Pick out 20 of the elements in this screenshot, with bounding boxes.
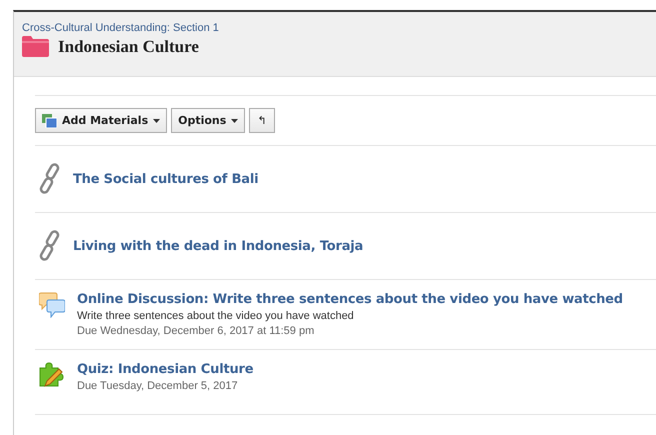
- caret-icon: [231, 118, 238, 122]
- puzzle-pencil-icon: [39, 362, 65, 388]
- add-materials-button[interactable]: Add Materials: [35, 108, 168, 133]
- item-title-link[interactable]: Living with the dead in Indonesia, Toraja: [73, 238, 364, 254]
- breadcrumb-link[interactable]: Cross-Cultural Understanding: Section 1: [22, 22, 656, 34]
- back-button[interactable]: ↰: [249, 108, 275, 133]
- item-title-link[interactable]: Online Discussion: Write three sentences about the video you have watched: [77, 292, 623, 307]
- due-date: Due Wednesday, December 6, 2017 at 11:59 pm: [77, 325, 316, 337]
- page-title: Indonesian Culture: [58, 36, 199, 56]
- item-description: Write three sentences about the video you have watched: [77, 310, 355, 322]
- caret-icon: [153, 118, 160, 122]
- windows-icon: [42, 114, 57, 128]
- item-title-link[interactable]: Quiz: Indonesian Culture: [77, 362, 254, 377]
- options-button[interactable]: Options: [171, 108, 246, 133]
- item-title-link[interactable]: The Social cultures of Bali: [73, 172, 258, 186]
- speech-bubbles-icon: [39, 292, 65, 318]
- chain-link-icon: [39, 230, 61, 262]
- due-date: Due Tuesday, December 5, 2017: [77, 380, 239, 392]
- chain-link-icon: [39, 163, 61, 195]
- folder-icon: [22, 36, 49, 57]
